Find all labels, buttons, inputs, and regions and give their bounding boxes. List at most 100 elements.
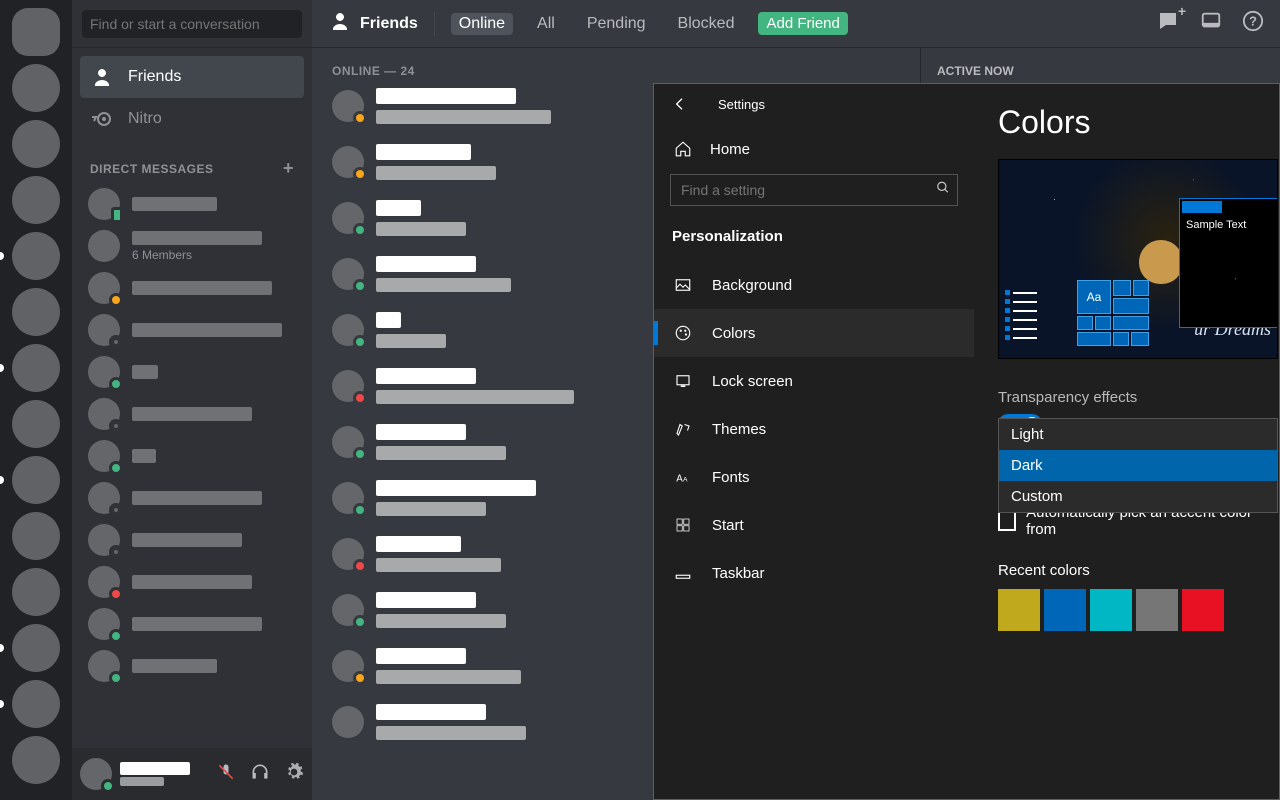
auto-accent-checkbox[interactable] [998, 511, 1016, 531]
user-panel [72, 748, 312, 800]
server-icon[interactable] [12, 456, 60, 504]
dm-avatar [88, 314, 120, 346]
friend-avatar [332, 482, 364, 514]
dropdown-option-custom[interactable]: Custom [999, 481, 1277, 512]
conversation-search-input[interactable] [82, 10, 302, 38]
dm-avatar [88, 566, 120, 598]
deafen-icon[interactable] [250, 762, 270, 787]
friend-avatar [332, 538, 364, 570]
nav-start[interactable]: Start [654, 501, 974, 549]
new-group-dm-icon[interactable]: + [1156, 9, 1180, 38]
user-settings-icon[interactable] [284, 762, 304, 787]
server-icon[interactable] [12, 232, 60, 280]
server-icon[interactable] [12, 176, 60, 224]
tab-online[interactable]: Online [451, 13, 513, 35]
friend-avatar [332, 650, 364, 682]
add-friend-button[interactable]: Add Friend [758, 12, 847, 35]
server-icon[interactable] [12, 568, 60, 616]
self-avatar[interactable] [80, 758, 112, 790]
svg-text:A: A [676, 474, 683, 485]
server-list [0, 0, 72, 800]
online-count-label: ONLINE — 24 [332, 64, 900, 78]
dm-item[interactable] [80, 435, 304, 477]
friend-avatar [332, 594, 364, 626]
dm-item[interactable] [80, 309, 304, 351]
dm-item[interactable] [80, 477, 304, 519]
active-now-label: ACTIVE NOW [937, 64, 1264, 78]
settings-search-input[interactable] [670, 174, 958, 206]
dm-item[interactable] [80, 603, 304, 645]
friends-icon [328, 9, 352, 38]
dm-item[interactable] [80, 351, 304, 393]
dm-item[interactable] [80, 267, 304, 309]
mute-icon[interactable] [216, 762, 236, 787]
recent-colors-label: Recent colors [998, 562, 1255, 579]
dm-avatar [88, 188, 120, 220]
server-icon[interactable] [12, 680, 60, 728]
page-title: Colors [998, 104, 1255, 141]
transparency-label: Transparency effects [998, 389, 1255, 406]
friend-avatar [332, 426, 364, 458]
friend-avatar [332, 146, 364, 178]
category-label: Personalization [654, 220, 974, 261]
friend-avatar [332, 370, 364, 402]
tab-pending[interactable]: Pending [579, 13, 654, 35]
dm-avatar [88, 356, 120, 388]
dm-item[interactable] [80, 645, 304, 687]
svg-text:A: A [683, 477, 688, 484]
server-icon[interactable] [12, 120, 60, 168]
color-swatch[interactable] [1136, 589, 1178, 631]
server-icon[interactable] [12, 624, 60, 672]
self-discriminator [120, 777, 164, 786]
dm-header-label: DIRECT MESSAGES [90, 162, 214, 176]
nav-colors[interactable]: Colors [654, 309, 974, 357]
dropdown-option-dark[interactable]: Dark [999, 450, 1277, 481]
nav-taskbar[interactable]: Taskbar [654, 549, 974, 597]
friend-avatar [332, 90, 364, 122]
dm-avatar [88, 272, 120, 304]
dm-item[interactable] [80, 519, 304, 561]
back-button[interactable] [670, 94, 690, 114]
server-icon[interactable] [12, 400, 60, 448]
server-icon[interactable] [12, 344, 60, 392]
nav-background[interactable]: Background [654, 261, 974, 309]
server-icon[interactable] [12, 512, 60, 560]
dm-item[interactable] [80, 183, 304, 225]
svg-text:?: ? [1249, 14, 1257, 29]
color-swatch[interactable] [1182, 589, 1224, 631]
nav-themes[interactable]: Themes [654, 405, 974, 453]
nav-fonts[interactable]: AAFonts [654, 453, 974, 501]
nav-lockscreen[interactable]: Lock screen [654, 357, 974, 405]
nav-nitro[interactable]: Nitro [80, 98, 304, 140]
settings-nav-panel: Settings Home Personalization Background… [654, 84, 974, 799]
topbar-title: Friends [328, 9, 418, 38]
color-swatch[interactable] [1044, 589, 1086, 631]
nav-nitro-label: Nitro [128, 110, 162, 128]
help-icon[interactable]: ? [1242, 10, 1264, 37]
server-icon[interactable] [12, 64, 60, 112]
dm-item[interactable]: 6 Members [80, 225, 304, 267]
tab-blocked[interactable]: Blocked [670, 13, 743, 35]
dm-item[interactable] [80, 561, 304, 603]
search-icon [936, 181, 950, 200]
dm-item[interactable] [80, 393, 304, 435]
color-mode-dropdown[interactable]: Light Dark Custom [998, 418, 1278, 513]
color-preview: ur Dreams Aa Sample Text [998, 159, 1278, 359]
server-icon[interactable] [12, 288, 60, 336]
server-icon[interactable] [12, 736, 60, 784]
create-dm-button[interactable]: + [283, 158, 294, 179]
nav-home[interactable]: Home [654, 124, 974, 174]
color-swatch[interactable] [998, 589, 1040, 631]
nav-friends[interactable]: Friends [80, 56, 304, 98]
friend-avatar [332, 314, 364, 346]
dm-avatar [88, 230, 120, 262]
inbox-icon[interactable] [1200, 10, 1222, 37]
dropdown-option-light[interactable]: Light [999, 419, 1277, 450]
dm-avatar [88, 482, 120, 514]
tab-all[interactable]: All [529, 13, 563, 35]
home-server[interactable] [12, 8, 60, 56]
color-swatch[interactable] [1090, 589, 1132, 631]
windows-settings-window: Settings Home Personalization Background… [653, 83, 1280, 800]
friends-icon [90, 65, 114, 89]
settings-label: Settings [718, 97, 765, 112]
